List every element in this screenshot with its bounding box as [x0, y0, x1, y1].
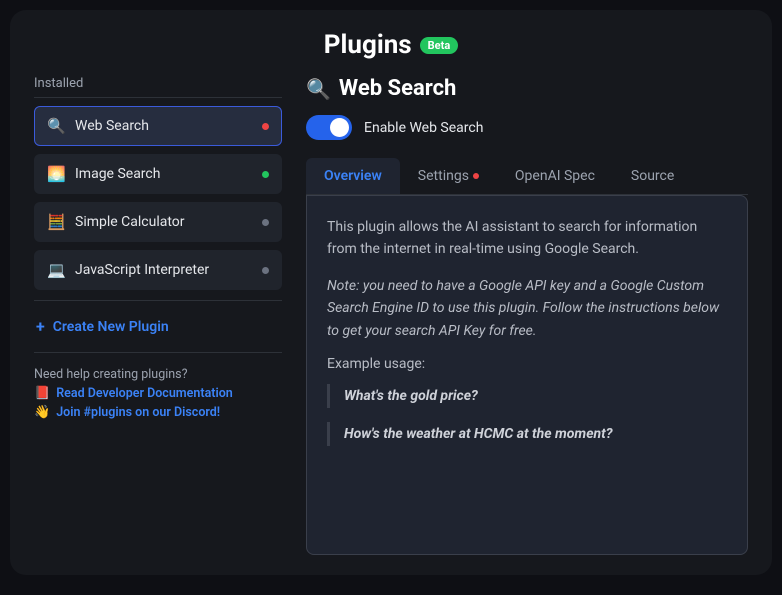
modal-header: Plugins Beta — [34, 30, 748, 60]
status-dot — [262, 267, 269, 274]
tab-overview[interactable]: Overview — [306, 158, 400, 194]
example-label: Example usage: — [327, 356, 727, 372]
plugin-name: JavaScript Interpreter — [75, 262, 252, 278]
plugin-title: Web Search — [339, 76, 456, 101]
installed-label: Installed — [34, 76, 282, 98]
sidebar-item-calculator[interactable]: 🧮 Simple Calculator — [34, 202, 282, 242]
status-dot — [262, 123, 269, 130]
image-icon: 🌅 — [47, 165, 65, 183]
toggle-knob — [330, 118, 349, 137]
book-icon: 📕 — [34, 386, 50, 401]
sidebar-item-web-search[interactable]: 🔍 Web Search — [34, 106, 282, 146]
sidebar: Installed 🔍 Web Search 🌅 Image Search 🧮 … — [34, 76, 282, 555]
discord-link[interactable]: 👋 Join #plugins on our Discord! — [34, 405, 282, 420]
content-title: 🔍 Web Search — [306, 76, 748, 101]
create-plugin-label: Create New Plugin — [53, 319, 169, 335]
modal-body: Installed 🔍 Web Search 🌅 Image Search 🧮 … — [34, 76, 748, 555]
calculator-icon: 🧮 — [47, 213, 65, 231]
code-icon: 💻 — [47, 261, 65, 279]
plugins-modal: Plugins Beta Installed 🔍 Web Search 🌅 Im… — [10, 10, 772, 575]
plugin-name: Simple Calculator — [75, 214, 252, 230]
tab-source[interactable]: Source — [613, 158, 692, 194]
beta-badge: Beta — [420, 37, 459, 54]
tab-label: Source — [631, 168, 674, 184]
overview-description: This plugin allows the AI assistant to s… — [327, 216, 727, 261]
enable-toggle-row: Enable Web Search — [306, 115, 748, 140]
status-dot — [262, 219, 269, 226]
tab-label: Settings — [418, 168, 469, 184]
tab-label: OpenAI Spec — [515, 168, 595, 184]
divider — [34, 300, 282, 301]
toggle-label: Enable Web Search — [364, 120, 483, 136]
example-item: What's the gold price? — [327, 384, 727, 408]
create-plugin-button[interactable]: + Create New Plugin — [34, 311, 282, 342]
link-label: Read Developer Documentation — [56, 386, 233, 401]
sidebar-item-image-search[interactable]: 🌅 Image Search — [34, 154, 282, 194]
overview-panel: This plugin allows the AI assistant to s… — [306, 195, 748, 555]
page-title: Plugins — [324, 30, 412, 60]
status-dot — [262, 171, 269, 178]
content-area: 🔍 Web Search Enable Web Search Overview … — [306, 76, 748, 555]
link-label: Join #plugins on our Discord! — [56, 405, 220, 420]
tab-settings[interactable]: Settings — [400, 158, 497, 194]
developer-docs-link[interactable]: 📕 Read Developer Documentation — [34, 386, 282, 401]
wave-icon: 👋 — [34, 405, 50, 420]
search-icon: 🔍 — [306, 77, 331, 101]
plugin-name: Image Search — [75, 166, 252, 182]
divider — [34, 352, 282, 353]
tab-label: Overview — [324, 168, 382, 184]
tabs: Overview Settings OpenAI Spec Source — [306, 158, 748, 195]
plus-icon: + — [36, 317, 45, 336]
enable-toggle[interactable] — [306, 115, 352, 140]
overview-note: Note: you need to have a Google API key … — [327, 275, 727, 342]
tab-openai-spec[interactable]: OpenAI Spec — [497, 158, 613, 194]
sidebar-item-js-interpreter[interactable]: 💻 JavaScript Interpreter — [34, 250, 282, 290]
help-text: Need help creating plugins? — [34, 367, 282, 382]
example-item: How's the weather at HCMC at the moment? — [327, 422, 727, 446]
notification-dot — [473, 173, 479, 179]
search-icon: 🔍 — [47, 117, 65, 135]
plugin-name: Web Search — [75, 118, 252, 134]
